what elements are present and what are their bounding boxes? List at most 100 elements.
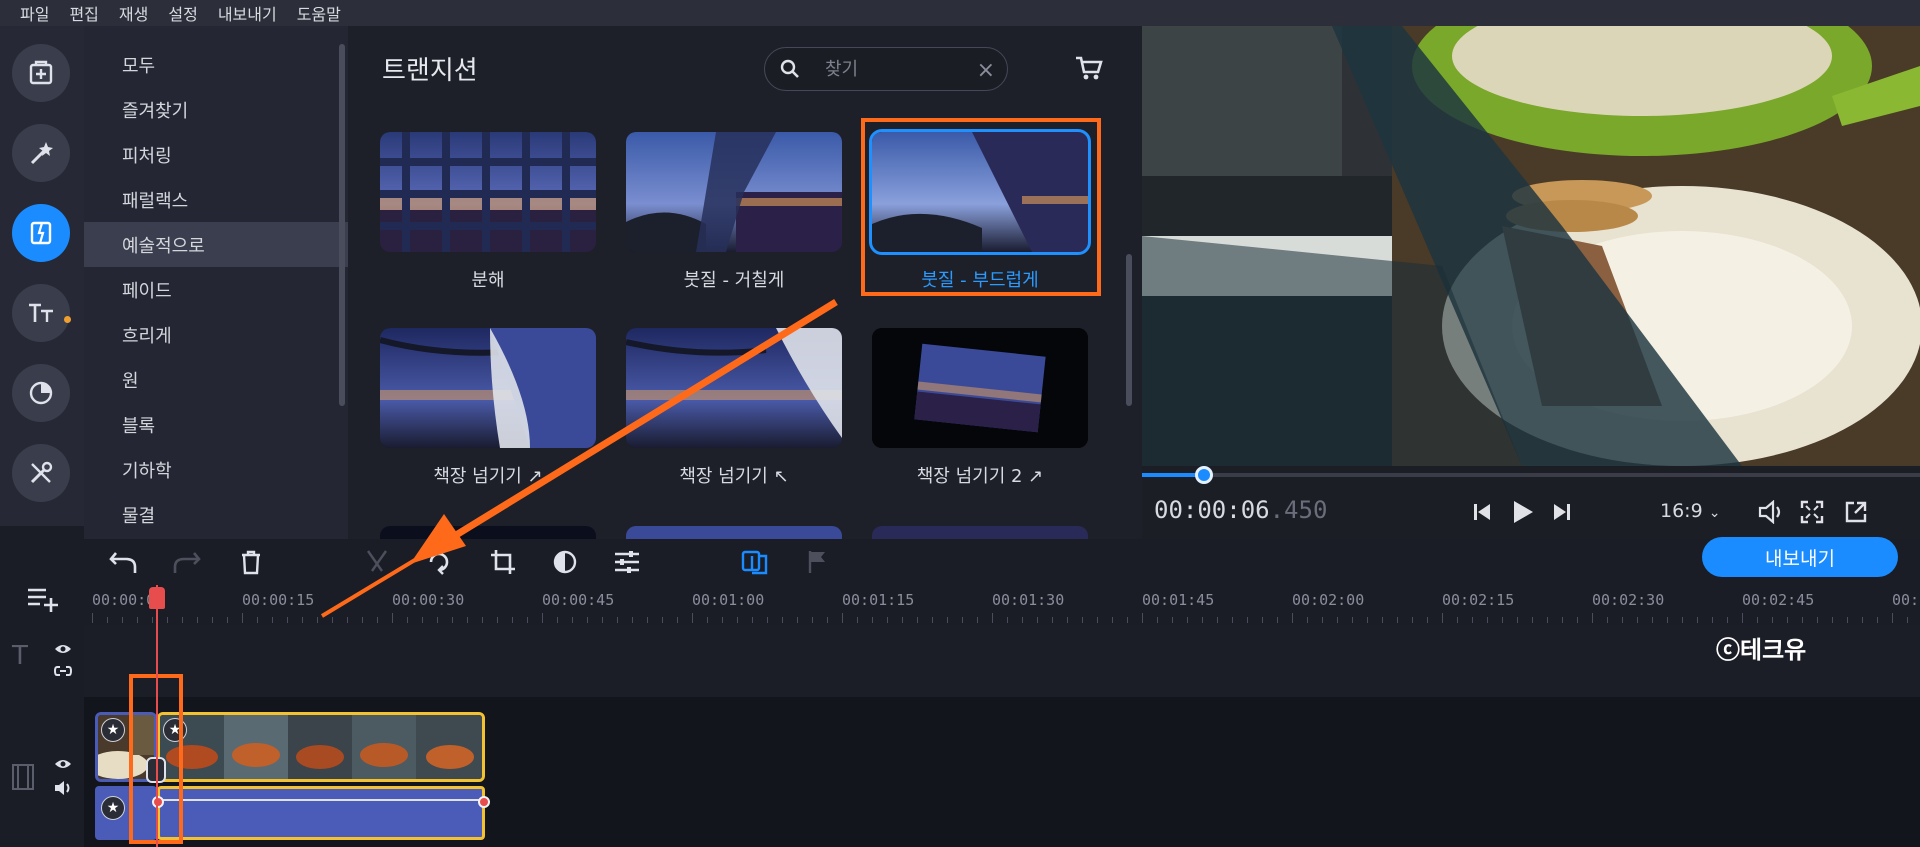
crop-button[interactable]: [488, 547, 518, 577]
fullscreen-button[interactable]: [1798, 498, 1826, 526]
skip-forward-icon: [1554, 504, 1570, 520]
star-icon[interactable]: ★: [101, 796, 125, 820]
undo-button[interactable]: [108, 547, 138, 577]
skip-back-icon: [1474, 504, 1490, 520]
category-blur[interactable]: 흐리게: [84, 312, 348, 357]
volume-line[interactable]: [160, 799, 482, 801]
next-frame-button[interactable]: [1548, 498, 1576, 526]
volume-button[interactable]: [1758, 498, 1786, 526]
ruler-tick: [962, 617, 963, 623]
search-input[interactable]: [825, 58, 975, 80]
transition-tile-partial[interactable]: [872, 526, 1088, 539]
ruler-tick: [1697, 617, 1698, 623]
transition-wizard-button[interactable]: [740, 547, 770, 577]
fullscreen-icon: [1800, 500, 1824, 524]
ruler-tick: [797, 617, 798, 623]
play-button[interactable]: [1508, 498, 1536, 526]
transition-tile[interactable]: 책장 넘기기 ↖: [626, 328, 842, 488]
category-scrollbar[interactable]: [339, 44, 345, 406]
fade-handle[interactable]: [478, 796, 490, 808]
delete-button[interactable]: [236, 547, 266, 577]
redo-button[interactable]: [172, 547, 202, 577]
export-button[interactable]: 내보내기: [1702, 537, 1898, 577]
more-tools-button[interactable]: [12, 444, 70, 502]
ruler-tick: [1532, 617, 1533, 623]
ruler-time-label: 00:00:45: [542, 591, 615, 609]
playhead-handle[interactable]: [149, 587, 165, 609]
stickers-button[interactable]: [12, 364, 70, 422]
sliders-icon: [615, 551, 639, 573]
transition-tile[interactable]: 책장 넘기기 2 ↗: [872, 328, 1088, 488]
category-parallax[interactable]: 패럴랙스: [84, 177, 348, 222]
cut-button[interactable]: [362, 547, 392, 577]
color-adjust-button[interactable]: [550, 547, 580, 577]
progress-handle[interactable]: [1195, 466, 1214, 484]
ruler-tick: [197, 617, 198, 623]
filters-button[interactable]: [12, 124, 70, 182]
ruler-tick: [737, 617, 738, 623]
previous-frame-button[interactable]: [1468, 498, 1496, 526]
speaker-icon[interactable]: [54, 780, 72, 796]
transition-tile-partial[interactable]: [380, 526, 596, 539]
transition-tile-partial[interactable]: [626, 526, 842, 539]
menu-file[interactable]: 파일: [20, 1, 49, 25]
scissors-icon: [367, 550, 387, 572]
ruler-tick: [1397, 617, 1398, 623]
clear-search-icon[interactable]: ×: [977, 58, 995, 83]
ruler-time-label: 00:00:30: [392, 591, 465, 609]
category-geometric[interactable]: 기하학: [84, 447, 348, 492]
detach-preview-button[interactable]: [1842, 498, 1870, 526]
transition-tile[interactable]: 책장 넘기기 ↗: [380, 328, 596, 488]
transition-tile[interactable]: 붓질 - 거칠게: [626, 132, 842, 292]
ruler-tick: [392, 613, 393, 623]
import-button[interactable]: [12, 44, 70, 102]
marker-button[interactable]: [802, 547, 832, 577]
menu-help[interactable]: 도움말: [297, 1, 341, 25]
menu-edit[interactable]: 편집: [69, 1, 98, 25]
ruler-tick: [872, 617, 873, 623]
ruler-tick: [1892, 613, 1893, 623]
menu-export[interactable]: 내보내기: [218, 1, 277, 25]
play-icon: [1514, 501, 1533, 523]
transition-icon: [741, 550, 768, 575]
menu-playback[interactable]: 재생: [119, 1, 148, 25]
rotate-button[interactable]: [424, 547, 454, 577]
cart-icon[interactable]: [1074, 54, 1104, 82]
text-track-controls: T: [0, 625, 84, 697]
category-circle[interactable]: 원: [84, 357, 348, 402]
category-favorites[interactable]: 즐겨찾기: [84, 87, 348, 132]
ruler-tick: [1712, 617, 1713, 623]
timeline-ruler[interactable]: 00:00:00 00:00:15 00:00:30 00:00:45 00:01:00…: [84, 585, 1920, 625]
clip-properties-button[interactable]: [612, 547, 642, 577]
ruler-tick: [1322, 617, 1323, 623]
ruler-time-label: 00:02:15: [1442, 591, 1515, 609]
add-track-button[interactable]: [26, 584, 60, 614]
ruler-tick: [1277, 617, 1278, 623]
star-icon[interactable]: ★: [101, 718, 125, 742]
menu-settings[interactable]: 설정: [168, 1, 197, 25]
video-clip-selected[interactable]: [157, 712, 485, 782]
text-track[interactable]: [84, 625, 1920, 697]
eye-icon[interactable]: [54, 758, 72, 770]
transitions-button[interactable]: [12, 204, 70, 262]
category-artistic[interactable]: 예술적으로: [84, 222, 348, 267]
trash-icon: [242, 550, 260, 575]
transition-tile[interactable]: 분해: [380, 132, 596, 292]
category-wave[interactable]: 물결: [84, 492, 348, 537]
titles-button[interactable]: [12, 284, 70, 342]
category-fade[interactable]: 페이드: [84, 267, 348, 312]
ruler-tick: [1442, 613, 1443, 623]
ruler-tick: [1517, 617, 1518, 623]
aspect-ratio-dropdown[interactable]: 16:9 ⌄: [1660, 500, 1720, 522]
category-blocks[interactable]: 블록: [84, 402, 348, 447]
category-all[interactable]: 모두: [84, 42, 348, 87]
progress-track[interactable]: [1142, 473, 1920, 477]
eye-icon[interactable]: [54, 643, 72, 655]
transition-label: 책장 넘기기 2 ↗: [916, 466, 1044, 487]
category-featured[interactable]: 피처링: [84, 132, 348, 177]
link-icon[interactable]: [54, 665, 72, 677]
ruler-tick: [647, 617, 648, 623]
transitions-scrollbar[interactable]: [1126, 254, 1132, 406]
audio-clip-selected[interactable]: [157, 786, 485, 840]
transition-label: 붓질 - 거칠게: [683, 270, 785, 291]
